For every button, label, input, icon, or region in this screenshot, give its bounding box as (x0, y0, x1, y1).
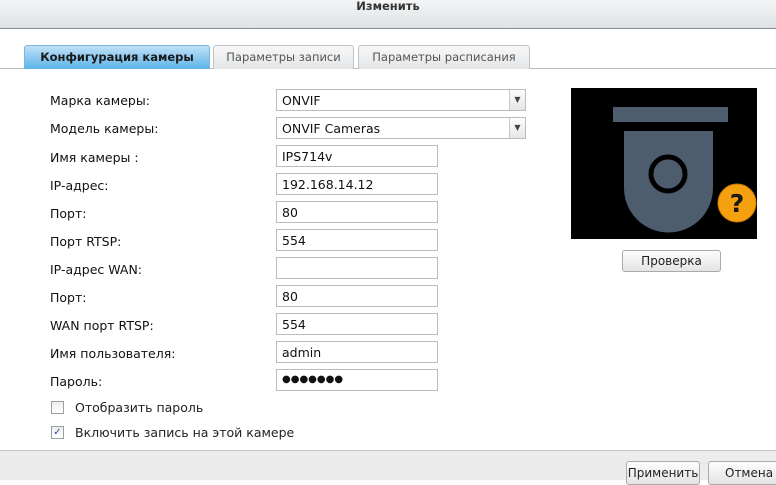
wan-port-label: Порт: (50, 290, 87, 305)
port-label: Порт: (50, 206, 87, 221)
camera-icon: ? (613, 107, 757, 233)
test-button[interactable]: Проверка (622, 250, 721, 272)
enable-recording-checkbox[interactable]: ✓ (51, 426, 64, 439)
brand-select[interactable]: ONVIF ▼ (276, 89, 526, 111)
show-password-checkbox[interactable] (51, 401, 64, 414)
ip-label: IP-адрес: (50, 178, 109, 193)
model-value: ONVIF Cameras (282, 121, 381, 136)
username-input[interactable]: admin (276, 341, 438, 363)
tab-camera-config[interactable]: Конфигурация камеры (24, 45, 210, 69)
dialog-title: Изменить (356, 0, 420, 13)
svg-text:?: ? (730, 189, 745, 218)
apply-button[interactable]: Применить (626, 461, 700, 485)
wan-port-input[interactable]: 80 (276, 285, 438, 307)
dialog-titlebar: Изменить (0, 0, 776, 29)
password-input[interactable]: ●●●●●●● (276, 369, 438, 391)
rtsp-label: Порт RTSP: (50, 234, 122, 249)
tab-recording-params[interactable]: Параметры записи (213, 45, 354, 69)
port-input[interactable]: 80 (276, 201, 438, 223)
model-select[interactable]: ONVIF Cameras ▼ (276, 117, 526, 139)
brand-value: ONVIF (282, 93, 321, 108)
wan-rtsp-port-input[interactable]: 554 (276, 313, 438, 335)
name-label: Имя камеры : (50, 150, 139, 165)
tab-schedule-params[interactable]: Параметры расписания (358, 45, 530, 69)
brand-label: Марка камеры: (50, 93, 150, 108)
rtsp-port-input[interactable]: 554 (276, 229, 438, 251)
show-password-label: Отобразить пароль (75, 400, 204, 415)
enable-recording-label: Включить запись на этой камере (75, 425, 295, 440)
question-badge-icon: ? (717, 183, 757, 223)
chevron-down-icon[interactable]: ▼ (509, 90, 525, 110)
username-label: Имя пользователя: (50, 346, 176, 361)
wan-ip-input[interactable] (276, 257, 438, 279)
chevron-down-icon[interactable]: ▼ (509, 118, 525, 138)
camera-preview: ? (571, 88, 757, 239)
model-label: Модель камеры: (50, 121, 159, 136)
ip-input[interactable]: 192.168.14.12 (276, 173, 438, 195)
wan-rtsp-label: WAN порт RTSP: (50, 318, 154, 333)
tab-bar: Конфигурация камеры Параметры записи Пар… (0, 45, 776, 69)
cancel-button[interactable]: Отмена (708, 461, 776, 485)
password-label: Пароль: (50, 374, 103, 389)
camera-name-input[interactable]: IPS714v (276, 145, 438, 167)
wan-ip-label: IP-адрес WAN: (50, 262, 143, 277)
